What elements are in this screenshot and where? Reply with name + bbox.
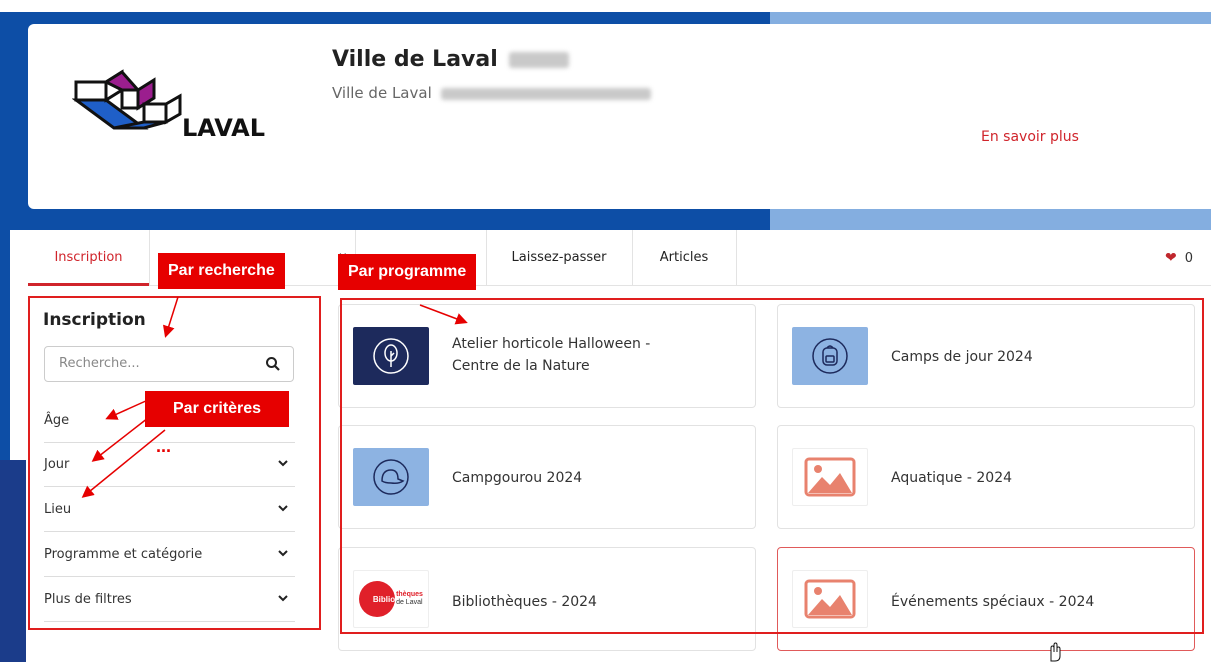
top-strip xyxy=(0,0,1211,12)
heart-icon: ❤ xyxy=(1164,250,1177,266)
annotation-par-recherche: Par recherche xyxy=(158,253,285,289)
hand-cursor-icon xyxy=(1050,642,1061,662)
laval-logo: LAVAL xyxy=(72,69,265,142)
left-navy-band xyxy=(0,460,26,662)
organization-subtitle: Ville de Laval xyxy=(332,84,651,102)
tab-inscription[interactable]: Inscription xyxy=(28,230,150,286)
annotation-program-box xyxy=(340,298,1204,634)
tab-articles[interactable]: Articles xyxy=(632,230,737,285)
annotation-par-programme: Par programme xyxy=(338,254,477,290)
favorites-counter[interactable]: ❤ 0 xyxy=(1165,250,1193,266)
annotation-ellipsis: ... xyxy=(156,436,172,456)
annotation-par-criteres: Par critères xyxy=(145,391,290,427)
tab-laissez-passer[interactable]: Laissez-passer xyxy=(486,230,633,285)
annotation-sidebar-box xyxy=(28,296,321,630)
svg-text:LAVAL: LAVAL xyxy=(182,114,265,142)
learn-more-link[interactable]: En savoir plus xyxy=(981,129,1079,145)
blurred-text xyxy=(509,52,570,68)
blurred-text xyxy=(440,87,651,100)
organization-title: Ville de Laval xyxy=(332,47,570,72)
